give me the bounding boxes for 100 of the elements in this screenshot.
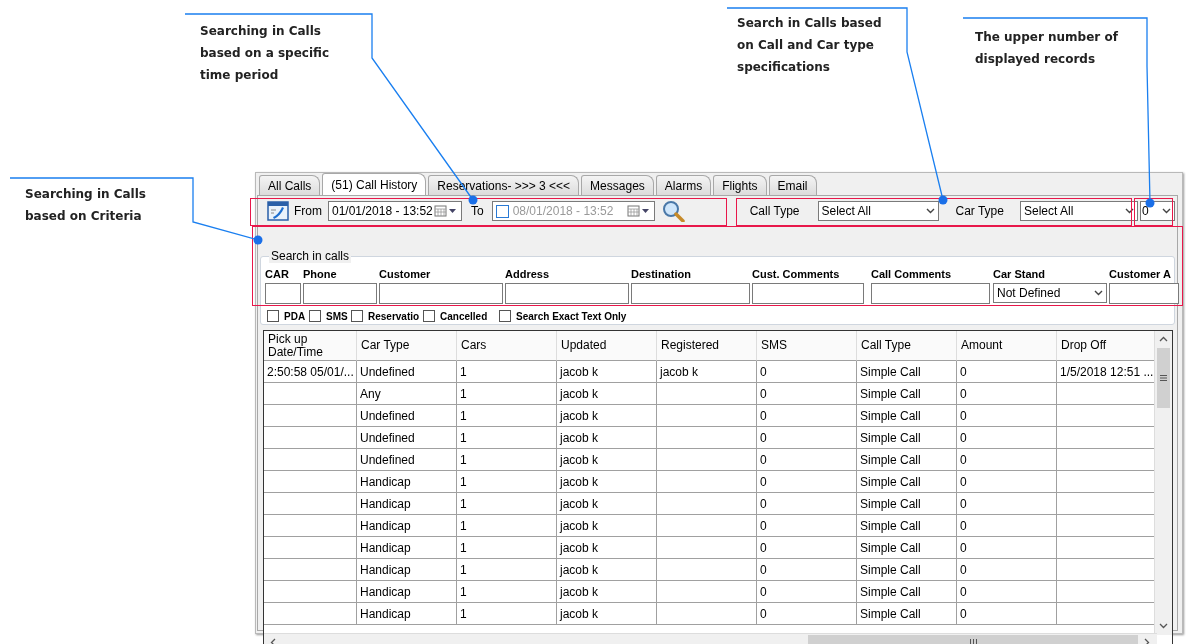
scroll-down-icon[interactable] <box>1159 623 1168 629</box>
table-cell: 0 <box>957 471 1057 493</box>
table-cell: Simple Call <box>857 559 957 581</box>
table-cell: Simple Call <box>857 383 957 405</box>
scroll-thumb[interactable] <box>1157 348 1170 408</box>
column-header[interactable]: Call Type <box>857 331 957 361</box>
field-label: Customer <box>379 268 432 282</box>
column-header[interactable]: Drop Off <box>1057 331 1157 361</box>
call-type-label: Call Type <box>749 204 800 218</box>
column-header[interactable]: Cars <box>457 331 557 361</box>
car-type-dropdown[interactable]: Select All <box>1019 201 1138 221</box>
field-label: Cust. Comments <box>752 268 841 282</box>
search-icon[interactable] <box>661 200 685 222</box>
table-cell: 0 <box>757 515 857 537</box>
table-cell: 1 <box>457 603 557 625</box>
input-field[interactable] <box>631 283 750 304</box>
input-field[interactable] <box>303 283 377 304</box>
table-cell: 0 <box>757 383 857 405</box>
table-cell: 0 <box>757 361 857 383</box>
table-cell: Simple Call <box>857 361 957 383</box>
checkbox-label: Search Exact Text Only <box>516 310 627 322</box>
table-cell: 0 <box>757 537 857 559</box>
field-label: Call Comments <box>871 268 953 282</box>
input-field[interactable] <box>871 283 990 304</box>
table-cell: jacob k <box>557 559 657 581</box>
input-field[interactable] <box>752 283 864 304</box>
scroll-up-icon[interactable] <box>1159 336 1168 342</box>
column-header[interactable]: Amount <box>957 331 1057 361</box>
field-label: Phone <box>303 268 338 282</box>
calendar-icon <box>626 205 651 217</box>
table-cell: 0 <box>757 427 857 449</box>
tab[interactable]: Alarms <box>655 175 712 195</box>
table-cell: 1 <box>457 559 557 581</box>
calendar-icon <box>434 205 458 217</box>
checkbox[interactable] <box>351 310 363 322</box>
phone-calendar-icon[interactable] <box>267 201 289 221</box>
chevron-icon <box>1161 208 1171 214</box>
checkbox-label: Cancelled <box>440 310 488 322</box>
table-cell: Simple Call <box>857 405 957 427</box>
table-cell: Handicap <box>357 537 457 559</box>
field-label: Customer A <box>1109 268 1172 282</box>
table-cell: 0 <box>757 559 857 581</box>
column-header[interactable]: Pick up Date/Time <box>264 331 357 361</box>
table-cell: 0 <box>957 603 1057 625</box>
checkbox[interactable] <box>309 310 321 322</box>
field-label: Destination <box>631 268 692 282</box>
table-cell: 1 <box>457 361 557 383</box>
input-field[interactable] <box>379 283 503 304</box>
tab[interactable]: All Calls <box>259 175 321 195</box>
checkbox[interactable] <box>267 310 279 322</box>
table-cell: 0 <box>957 361 1057 383</box>
column-header[interactable]: Updated <box>557 331 657 361</box>
tab[interactable]: Flights <box>713 175 767 195</box>
field-label: Address <box>505 268 551 282</box>
checkbox[interactable] <box>495 204 509 218</box>
table-cell: 2:50:58 05/01/... <box>264 361 357 383</box>
checkbox[interactable] <box>423 310 435 322</box>
table-cell: 1 <box>457 471 557 493</box>
table-cell: Simple Call <box>857 493 957 515</box>
table-cell: 0 <box>757 449 857 471</box>
input-field[interactable] <box>505 283 629 304</box>
input-field[interactable] <box>265 283 301 304</box>
table-cell: 0 <box>957 449 1057 471</box>
table-cell: jacob k <box>557 471 657 493</box>
table-cell: Simple Call <box>857 427 957 449</box>
chevron-icon <box>1094 290 1103 296</box>
table-cell: jacob k <box>657 361 757 383</box>
table-cell: 0 <box>757 603 857 625</box>
from-label: From <box>294 204 322 218</box>
record-limit-dropdown[interactable]: 0 <box>1139 201 1175 221</box>
table-cell: 0 <box>957 427 1057 449</box>
table-cell: Undefined <box>357 427 457 449</box>
dropdown[interactable]: Not Defined <box>993 283 1107 303</box>
chevron-icon <box>1124 208 1134 214</box>
table-cell: jacob k <box>557 449 657 471</box>
column-header[interactable]: SMS <box>757 331 857 361</box>
table-cell: 1 <box>457 383 557 405</box>
column-header[interactable]: Registered <box>657 331 757 361</box>
callout-text: Searching in Calls based on a specific time period <box>200 23 330 84</box>
tab[interactable]: Email <box>768 175 817 195</box>
date-field[interactable]: 01/01/2018 - 13:52 <box>328 201 462 221</box>
input-field[interactable] <box>1109 283 1179 304</box>
tab[interactable]: (51) Call History <box>322 173 427 195</box>
field-label: CAR <box>265 268 290 282</box>
table-cell: Handicap <box>357 603 457 625</box>
table-cell: Handicap <box>357 559 457 581</box>
table-cell: Handicap <box>357 581 457 603</box>
table-cell: jacob k <box>557 361 657 383</box>
vertical-scrollbar[interactable] <box>1154 331 1172 635</box>
table-cell: 0 <box>757 405 857 427</box>
table-cell: 0 <box>957 405 1057 427</box>
table-cell: Simple Call <box>857 581 957 603</box>
field-label: Car Stand <box>993 268 1046 282</box>
checkbox[interactable] <box>499 310 511 322</box>
table-cell: Simple Call <box>857 449 957 471</box>
tab[interactable]: Messages <box>581 175 654 195</box>
column-header[interactable]: Car Type <box>357 331 457 361</box>
callout-text: The upper number of displayed records <box>975 29 1118 68</box>
callout-text: Searching in Calls based on Criteria <box>25 186 146 225</box>
call-type-dropdown[interactable]: Select All <box>817 201 939 221</box>
